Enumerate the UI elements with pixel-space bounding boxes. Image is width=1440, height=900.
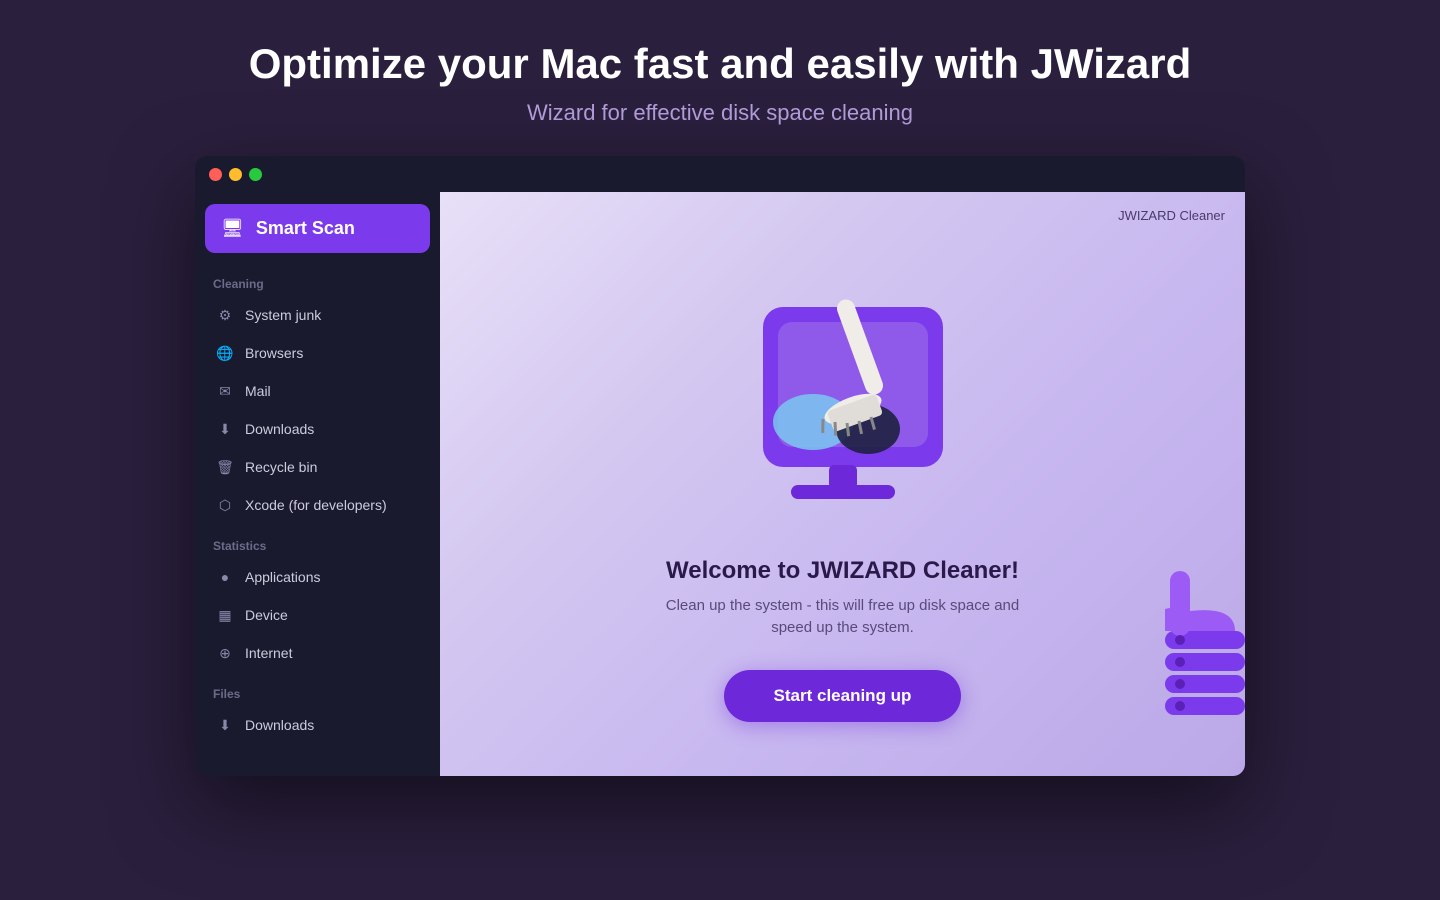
internet-label: Internet [245, 645, 292, 661]
files-section-label: Files [205, 687, 430, 701]
xcode-label: Xcode (for developers) [245, 497, 387, 513]
applications-label: Applications [245, 569, 321, 585]
mail-label: Mail [245, 383, 271, 399]
traffic-lights [209, 168, 262, 181]
cleaning-section: Cleaning ⚙ System junk 🌐 Browsers ✉ Mail… [205, 273, 430, 525]
smart-scan-button[interactable]: 🖥 Smart Scan [205, 204, 430, 253]
sidebar-item-applications[interactable]: ● Applications [205, 559, 430, 595]
device-label: Device [245, 607, 288, 623]
sidebar-item-system-junk[interactable]: ⚙ System junk [205, 297, 430, 333]
files-downloads-label: Downloads [245, 717, 314, 733]
app-illustration [703, 247, 983, 527]
welcome-subtitle: Clean up the system - this will free up … [663, 595, 1023, 640]
main-content: JWIZARD Cleaner [440, 192, 1245, 776]
title-bar [195, 156, 1245, 192]
start-cleaning-button[interactable]: Start cleaning up [724, 670, 962, 722]
downloads-label: Downloads [245, 421, 314, 437]
downloads-icon: ⬇ [215, 419, 235, 439]
sidebar-item-browsers[interactable]: 🌐 Browsers [205, 335, 430, 371]
browsers-icon: 🌐 [215, 343, 235, 363]
welcome-title: Welcome to JWIZARD Cleaner! [666, 557, 1019, 585]
close-button[interactable] [209, 168, 222, 181]
files-downloads-icon: ⬇ [215, 715, 235, 735]
sidebar-item-xcode[interactable]: ⬡ Xcode (for developers) [205, 487, 430, 523]
browsers-label: Browsers [245, 345, 303, 361]
device-icon: ▦ [215, 605, 235, 625]
internet-icon: ⊕ [215, 643, 235, 663]
maximize-button[interactable] [249, 168, 262, 181]
smart-scan-icon: 🖥 [221, 218, 244, 239]
xcode-icon: ⬡ [215, 495, 235, 515]
page-subtitle: Wizard for effective disk space cleaning [20, 100, 1420, 126]
minimize-button[interactable] [229, 168, 242, 181]
sidebar-item-mail[interactable]: ✉ Mail [205, 373, 430, 409]
statistics-section-label: Statistics [205, 539, 430, 553]
system-junk-label: System junk [245, 307, 321, 323]
sidebar-item-downloads[interactable]: ⬇ Downloads [205, 411, 430, 447]
thumbs-up-decoration [1155, 551, 1245, 736]
app-window: 🖥 Smart Scan Cleaning ⚙ System junk 🌐 Br… [195, 156, 1245, 776]
window-body: 🖥 Smart Scan Cleaning ⚙ System junk 🌐 Br… [195, 192, 1245, 776]
mail-icon: ✉ [215, 381, 235, 401]
sidebar: 🖥 Smart Scan Cleaning ⚙ System junk 🌐 Br… [195, 192, 440, 776]
applications-icon: ● [215, 567, 235, 587]
smart-scan-label: Smart Scan [256, 218, 355, 239]
statistics-section: Statistics ● Applications ▦ Device ⊕ Int… [205, 535, 430, 673]
sidebar-item-device[interactable]: ▦ Device [205, 597, 430, 633]
page-title: Optimize your Mac fast and easily with J… [20, 40, 1420, 88]
sidebar-item-internet[interactable]: ⊕ Internet [205, 635, 430, 671]
sidebar-item-files-downloads[interactable]: ⬇ Downloads [205, 707, 430, 743]
recycle-bin-label: Recycle bin [245, 459, 317, 475]
cleaning-section-label: Cleaning [205, 277, 430, 291]
sidebar-item-recycle-bin[interactable]: 🗑 Recycle bin [205, 449, 430, 485]
system-junk-icon: ⚙ [215, 305, 235, 325]
app-name-label: JWIZARD Cleaner [1118, 208, 1225, 223]
files-section: Files ⬇ Downloads [205, 683, 430, 745]
recycle-bin-icon: 🗑 [215, 457, 235, 477]
page-header: Optimize your Mac fast and easily with J… [0, 0, 1440, 146]
